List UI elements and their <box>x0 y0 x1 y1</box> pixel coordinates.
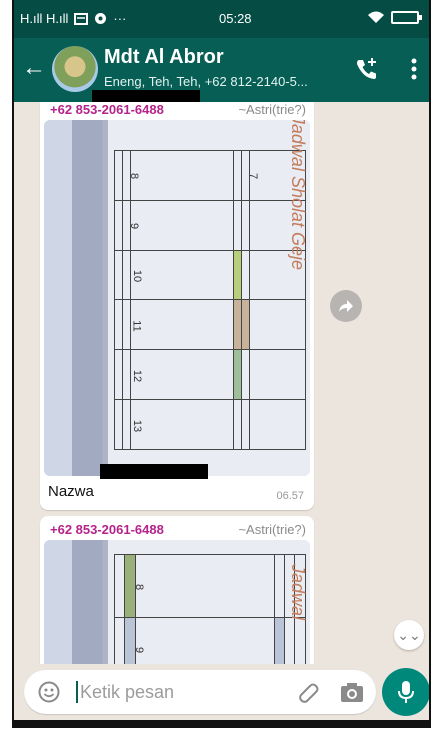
chevron-down-icon: ⌄⌄ <box>397 626 421 643</box>
phone-screen: H.ıll H.ıll ··· 05:28 ← Mdt Al Abror Ene… <box>12 0 431 728</box>
image-message[interactable]: +62 853-2061-6488 ~Astri(trie?) 8 7 9 10 … <box>40 102 314 510</box>
image-message[interactable]: +62 853-2061-6488 ~Astri(trie?) 8 9 10 J… <box>40 516 314 664</box>
row-number: 10 <box>130 269 143 283</box>
photo-handwritten-title: Jadwal Sholat Geje <box>288 120 308 270</box>
message-placeholder: Ketik pesan <box>80 682 175 702</box>
signal-text: H.ıll H.ıll <box>20 11 69 26</box>
row-number: 8 <box>132 583 145 591</box>
group-title[interactable]: Mdt Al Abror <box>104 46 224 69</box>
group-avatar[interactable] <box>52 46 98 92</box>
sender-push-name: ~Astri(trie?) <box>238 522 306 537</box>
message-time: 06.57 <box>276 490 304 502</box>
battery-icon <box>391 10 422 24</box>
camera-icon[interactable] <box>340 681 364 703</box>
compose-bar: Ketik pesan <box>14 664 429 720</box>
message-sender[interactable]: +62 853-2061-6488 <box>50 522 164 537</box>
more-notifications-icon: ··· <box>113 11 127 26</box>
sender-push-name: ~Astri(trie?) <box>238 102 306 117</box>
redaction-bar <box>100 464 208 479</box>
emoji-icon[interactable] <box>38 681 60 703</box>
text-cursor <box>76 681 78 703</box>
add-call-icon[interactable] <box>353 56 379 82</box>
message-input[interactable]: Ketik pesan <box>24 670 376 714</box>
more-options-icon[interactable] <box>411 58 417 80</box>
status-bar: H.ıll H.ıll ··· 05:28 <box>14 0 429 38</box>
row-number: 13 <box>130 419 143 432</box>
photo-decoration <box>72 540 108 664</box>
photo-schedule-table: 8 7 9 10 11 12 13 <box>114 150 306 450</box>
photo-handwritten-title: Jadwal <box>288 563 308 620</box>
message-caption: Nazwa <box>48 483 94 500</box>
voice-record-button[interactable] <box>382 668 429 716</box>
clock: 05:28 <box>219 11 252 26</box>
group-members[interactable]: Eneng, Teh, Teh, +62 812-2140-5... <box>104 74 308 89</box>
message-list[interactable]: +62 853-2061-6488 ~Astri(trie?) 8 7 9 10 … <box>14 102 429 664</box>
row-number: 9 <box>132 646 145 654</box>
row-number: 7 <box>247 173 260 180</box>
message-icon <box>74 12 89 25</box>
back-arrow-icon[interactable]: ← <box>22 54 46 82</box>
row-number: 12 <box>130 369 143 382</box>
forward-icon <box>339 300 353 312</box>
forward-button[interactable] <box>330 290 362 322</box>
microphone-icon <box>398 681 414 703</box>
photo-schedule-table: 8 9 10 <box>113 554 306 664</box>
message-sender[interactable]: +62 853-2061-6488 <box>50 102 164 117</box>
photo-decoration <box>72 120 108 476</box>
attachment-icon[interactable] <box>296 680 320 704</box>
row-number: 11 <box>130 320 143 332</box>
wifi-icon <box>368 11 384 23</box>
chat-header: ← Mdt Al Abror Eneng, Teh, Teh, +62 812-… <box>14 38 429 102</box>
row-number: 8 <box>127 173 140 180</box>
scroll-to-bottom-button[interactable]: ⌄⌄ <box>394 620 424 650</box>
signal-indicators: H.ıll H.ıll ··· <box>20 11 126 26</box>
message-photo[interactable]: 8 7 9 10 11 12 13 Jadwal Sholat Geje <box>44 120 310 476</box>
app-notification-icon <box>95 13 107 24</box>
message-photo[interactable]: 8 9 10 Jadwal <box>44 540 310 664</box>
row-number: 9 <box>127 223 140 230</box>
